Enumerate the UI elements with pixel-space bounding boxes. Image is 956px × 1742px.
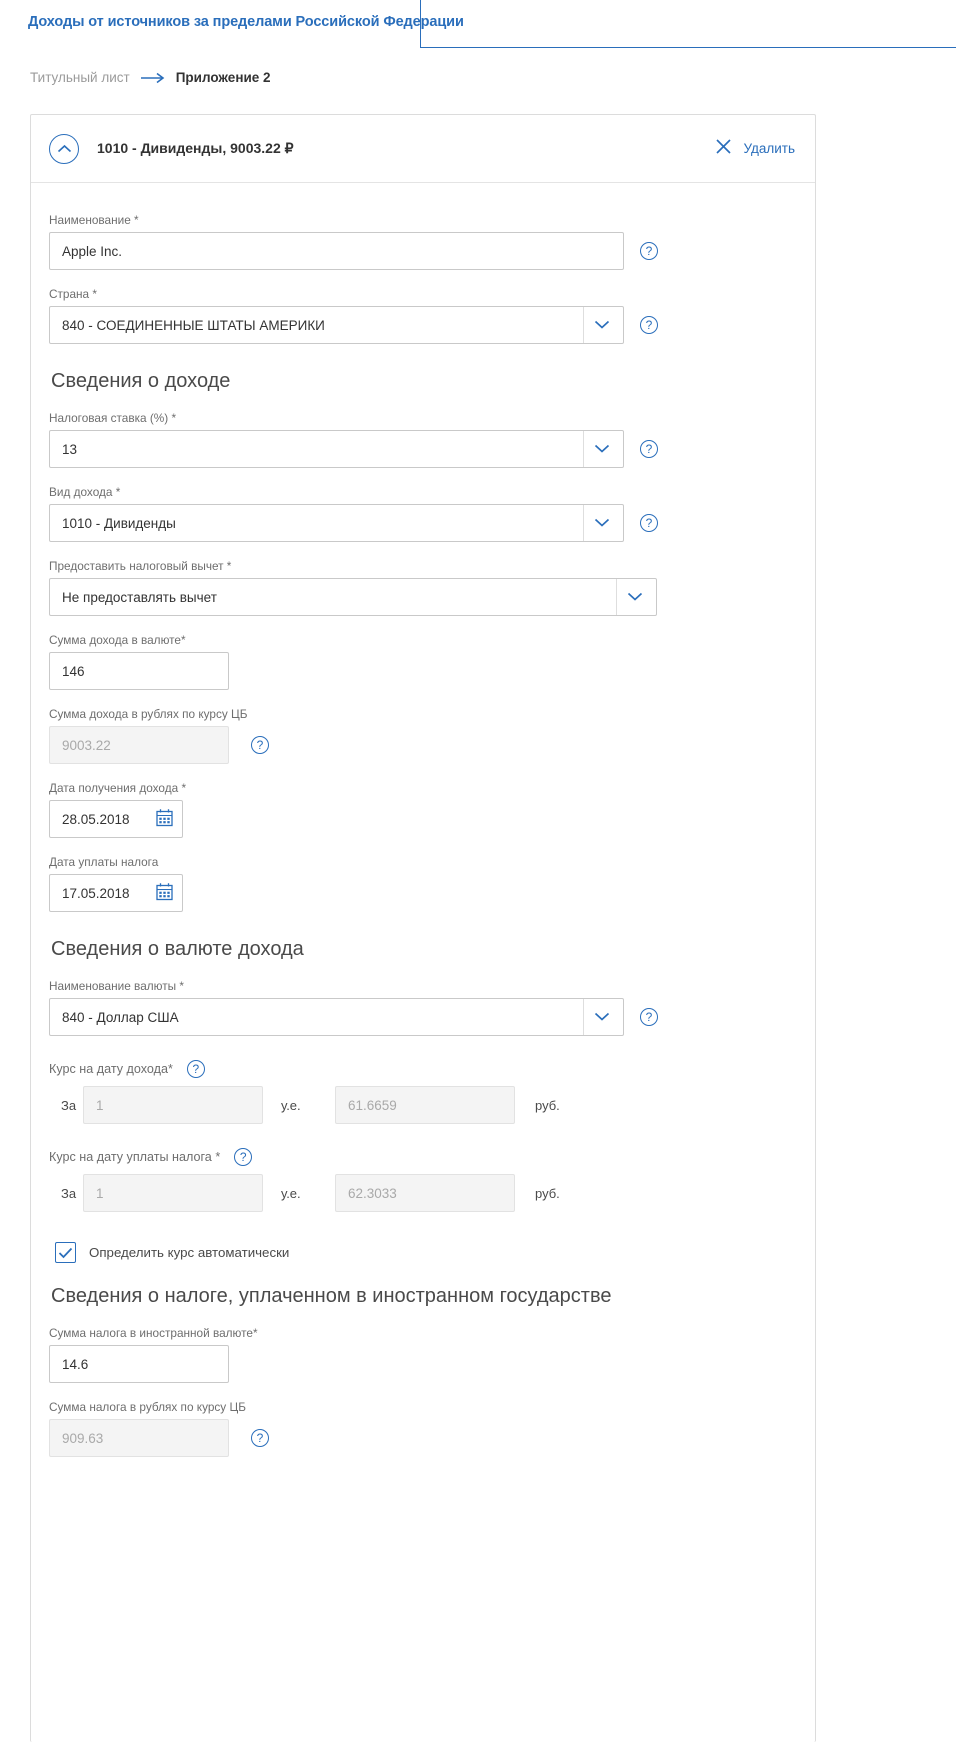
chevron-up-icon[interactable]: [49, 133, 79, 164]
help-icon[interactable]: ?: [251, 736, 269, 754]
currency-name-select[interactable]: 840 - Доллар США: [49, 998, 624, 1036]
help-icon[interactable]: ?: [640, 1008, 658, 1026]
rate-tax-prefix: За: [61, 1185, 77, 1201]
rate-tax-value-input: 62.3033: [335, 1174, 515, 1212]
page-title: Доходы от источников за пределами Россий…: [28, 14, 464, 30]
amount-rubles-input: 9003.22: [49, 726, 229, 764]
field-currency-name: Наименование валюты * 840 - Доллар США ?: [49, 979, 795, 1036]
field-rate-income-date: Курс на дату дохода* ? За 1 у.е. 61.6659…: [49, 1060, 795, 1124]
help-icon[interactable]: ?: [234, 1148, 253, 1166]
section-title-foreign-tax: Сведения о налоге, уплаченном в иностран…: [51, 1285, 612, 1307]
date-income-value: 28.05.2018: [62, 811, 130, 827]
field-amount-rubles-label: Сумма дохода в рублях по курсу ЦБ: [49, 707, 248, 721]
country-select-value: 840 - СОЕДИНЕННЫЕ ШТАТЫ АМЕРИКИ: [62, 317, 325, 333]
select-divider: [583, 307, 584, 343]
field-tax-currency: Сумма налога в иностранной валюте* 14.6: [49, 1326, 795, 1383]
field-tax-rate-label: Налоговая ставка (%) *: [49, 411, 177, 425]
country-select[interactable]: 840 - СОЕДИНЕННЫЕ ШТАТЫ АМЕРИКИ: [49, 306, 624, 344]
tax-rubles-input: 909.63: [49, 1419, 229, 1457]
field-tax-rubles: Сумма налога в рублях по курсу ЦБ 909.63…: [49, 1400, 795, 1457]
chevron-down-icon: [594, 442, 610, 457]
help-icon[interactable]: ?: [251, 1429, 269, 1447]
field-amount-rubles: Сумма дохода в рублях по курсу ЦБ 9003.2…: [49, 707, 795, 764]
select-divider: [583, 505, 584, 541]
help-icon[interactable]: ?: [186, 1060, 205, 1078]
rate-tax-rub-label: руб.: [535, 1185, 560, 1201]
chevron-down-icon: [627, 590, 643, 605]
field-date-income: Дата получения дохода * 28.05.2018: [49, 781, 795, 838]
income-type-value: 1010 - Дивиденды: [62, 515, 176, 531]
tax-currency-input[interactable]: 14.6: [49, 1345, 229, 1383]
tax-rate-select[interactable]: 13: [49, 430, 624, 468]
field-amount-currency: Сумма дохода в валюте* 146: [49, 633, 795, 690]
chevron-down-icon: [594, 318, 610, 333]
rate-tax-units-input: 1: [83, 1174, 263, 1212]
field-tax-rubles-label: Сумма налога в рублях по курсу ЦБ: [49, 1400, 246, 1414]
breadcrumb-item-previous[interactable]: Титульный лист: [30, 70, 130, 85]
field-tax-rate: Налоговая ставка (%) * 13 ?: [49, 411, 795, 468]
rate-income-unit-label: у.е.: [281, 1097, 301, 1113]
field-rate-tax-date-label: Курс на дату уплаты налога *: [49, 1150, 221, 1164]
rate-income-units-input: 1: [83, 1086, 263, 1124]
help-icon[interactable]: ?: [640, 316, 658, 334]
card-title: 1010 - Дивиденды, 9003.22 ₽: [97, 140, 294, 156]
help-icon[interactable]: ?: [640, 514, 658, 532]
field-date-tax-payment-label: Дата уплаты налога: [49, 855, 159, 869]
tax-rate-value: 13: [62, 441, 78, 457]
calendar-icon[interactable]: [156, 809, 173, 830]
field-date-tax-payment: Дата уплаты налога 17.05.2018: [49, 855, 795, 912]
income-entry-card: 1010 - Дивиденды, 9003.22 ₽ Удалить Наим…: [30, 114, 816, 1742]
auto-rate-label: Определить курс автоматически: [89, 1245, 290, 1260]
deduction-select[interactable]: Не предоставлять вычет: [49, 578, 657, 616]
field-name: Наименование * Apple Inc. ?: [49, 213, 795, 270]
name-input[interactable]: Apple Inc.: [49, 232, 624, 270]
breadcrumb: Титульный лист Приложение 2: [30, 70, 271, 85]
card-header: 1010 - Дивиденды, 9003.22 ₽ Удалить: [31, 115, 815, 183]
help-icon[interactable]: ?: [640, 242, 658, 260]
field-income-type-label: Вид дохода *: [49, 485, 121, 499]
card-body: Наименование * Apple Inc. ? Страна * 840…: [31, 183, 815, 1494]
rate-income-prefix: За: [61, 1097, 77, 1113]
top-bar: Доходы от источников за пределами Россий…: [0, 0, 956, 48]
chevron-down-icon: [594, 1010, 610, 1025]
select-divider: [616, 579, 617, 615]
section-title-currency: Сведения о валюте дохода: [51, 938, 304, 960]
date-tax-payment-input[interactable]: 17.05.2018: [49, 874, 183, 912]
field-deduction-label: Предоставить налоговый вычет *: [49, 559, 232, 573]
field-country-label: Страна *: [49, 287, 97, 301]
amount-currency-input[interactable]: 146: [49, 652, 229, 690]
field-currency-name-label: Наименование валюты *: [49, 979, 184, 993]
field-deduction: Предоставить налоговый вычет * Не предос…: [49, 559, 795, 616]
currency-name-value: 840 - Доллар США: [62, 1009, 179, 1025]
field-amount-currency-label: Сумма дохода в валюте*: [49, 633, 186, 647]
breadcrumb-item-current: Приложение 2: [175, 70, 271, 85]
deduction-value: Не предоставлять вычет: [62, 589, 217, 605]
rate-income-value-input: 61.6659: [335, 1086, 515, 1124]
section-title-income: Сведения о доходе: [51, 370, 231, 392]
rate-tax-unit-label: у.е.: [281, 1185, 301, 1201]
arrow-right-icon: [140, 72, 166, 84]
delete-label: Удалить: [743, 141, 795, 156]
select-divider: [583, 431, 584, 467]
date-income-input[interactable]: 28.05.2018: [49, 800, 183, 838]
field-country: Страна * 840 - СОЕДИНЕННЫЕ ШТАТЫ АМЕРИКИ…: [49, 287, 795, 344]
delete-button[interactable]: Удалить: [715, 138, 795, 160]
auto-rate-checkbox-row[interactable]: Определить курс автоматически: [55, 1242, 795, 1263]
field-tax-currency-label: Сумма налога в иностранной валюте*: [49, 1326, 258, 1340]
auto-rate-checkbox[interactable]: [55, 1242, 76, 1263]
field-rate-tax-date: Курс на дату уплаты налога * ? За 1 у.е.…: [49, 1148, 795, 1212]
date-tax-payment-value: 17.05.2018: [62, 885, 130, 901]
field-name-label: Наименование *: [49, 213, 139, 227]
field-rate-income-date-label: Курс на дату дохода*: [49, 1062, 173, 1076]
rate-income-rub-label: руб.: [535, 1097, 560, 1113]
chevron-down-icon: [594, 516, 610, 531]
income-type-select[interactable]: 1010 - Дивиденды: [49, 504, 624, 542]
select-divider: [583, 999, 584, 1035]
field-income-type: Вид дохода * 1010 - Дивиденды ?: [49, 485, 795, 542]
close-icon: [715, 138, 732, 160]
field-date-income-label: Дата получения дохода *: [49, 781, 187, 795]
help-icon[interactable]: ?: [640, 440, 658, 458]
side-tab-panel: [420, 0, 956, 48]
calendar-icon[interactable]: [156, 883, 173, 904]
